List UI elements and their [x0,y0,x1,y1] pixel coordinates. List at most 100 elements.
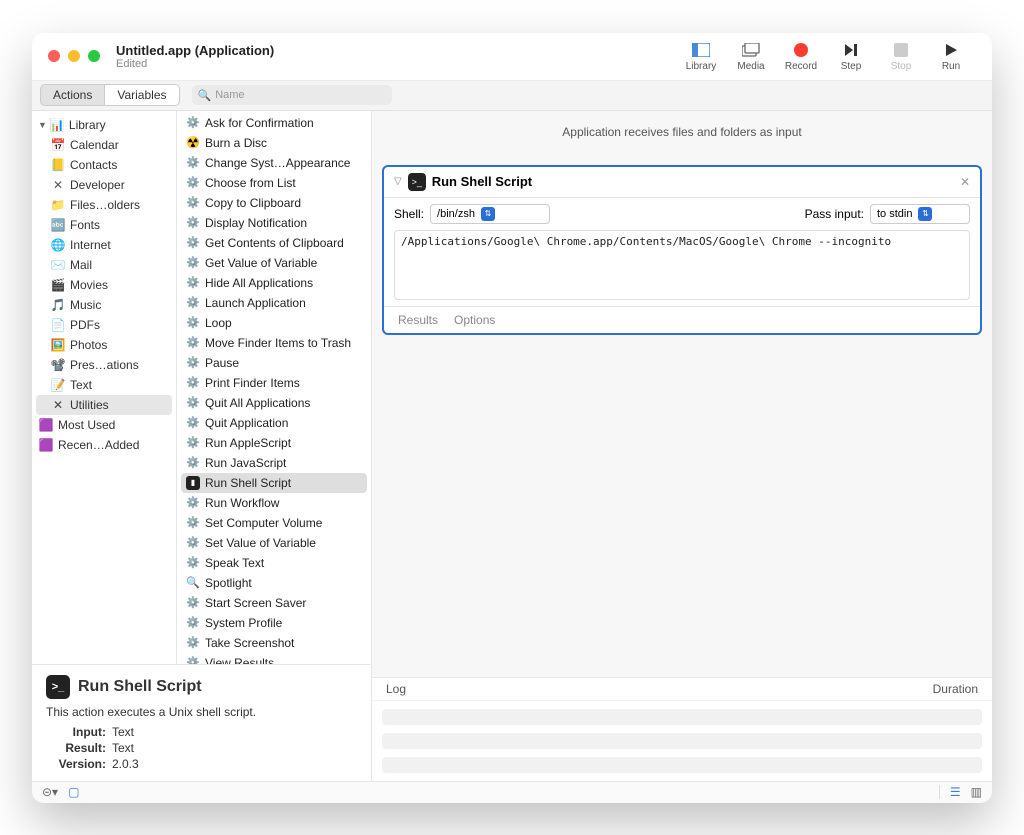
action-icon [185,555,201,571]
action-icon [185,435,201,451]
tab-variables[interactable]: Variables [105,84,179,106]
step-icon [842,41,860,59]
action-item[interactable]: Speak Text [177,553,371,573]
log-panel: Log Duration [372,677,992,781]
terminal-icon: >_ [408,173,426,191]
sidebar-item-pdfs[interactable]: PDFs [32,315,176,335]
action-item[interactable]: Quit All Applications [177,393,371,413]
action-item[interactable]: Ask for Confirmation [177,113,371,133]
sidebar-item-mail[interactable]: Mail [32,255,176,275]
action-item[interactable]: Print Finder Items [177,373,371,393]
minimize-button[interactable] [68,50,80,62]
action-item[interactable]: Hide All Applications [177,273,371,293]
sidebar-item-utilities[interactable]: Utilities [36,395,172,415]
action-info-panel: >_ Run Shell Script This action executes… [32,664,372,781]
music-icon [50,297,66,313]
sidebar-item-music[interactable]: Music [32,295,176,315]
action-item[interactable]: Set Value of Variable [177,533,371,553]
action-tab-results[interactable]: Results [398,313,438,327]
toolbar-media[interactable]: Media [726,41,776,72]
sidebar-item-files[interactable]: Files…olders [32,195,176,215]
action-item[interactable]: Copy to Clipboard [177,193,371,213]
action-icon [185,615,201,631]
dropdown-arrows-icon: ⇅ [481,207,495,221]
log-col-duration: Duration [933,682,978,696]
close-action-button[interactable]: ✕ [960,175,970,189]
action-item[interactable]: Loop [177,313,371,333]
toolbar-step[interactable]: Step [826,41,876,72]
sidebar-item-developer[interactable]: Developer [32,175,176,195]
search-placeholder: Name [215,89,244,101]
action-icon [185,335,201,351]
zoom-button[interactable] [88,50,100,62]
action-icon [185,115,201,131]
action-item[interactable]: Display Notification [177,213,371,233]
sidebar-item-internet[interactable]: Internet [32,235,176,255]
movies-icon [50,277,66,293]
workflow-action-run-shell-script[interactable]: ▽ >_ Run Shell Script ✕ Shell: /bin/zsh … [382,165,982,335]
sidebar-item-recent[interactable]: Recen…Added [32,435,176,455]
log-col-log: Log [386,682,406,696]
developer-icon [50,177,66,193]
action-item[interactable]: Pause [177,353,371,373]
action-item[interactable]: Move Finder Items to Trash [177,333,371,353]
chevron-down-icon: ▼ [38,120,47,130]
action-icon [185,355,201,371]
action-icon [185,195,201,211]
chevron-down-icon[interactable]: ▽ [394,176,402,187]
action-item[interactable]: Run Workflow [177,493,371,513]
sidebar-item-fonts[interactable]: Fonts [32,215,176,235]
library-icon [692,41,710,59]
action-item[interactable]: System Profile [177,613,371,633]
action-item[interactable]: Get Value of Variable [177,253,371,273]
status-menu-icon[interactable]: ⊝▾ [42,785,58,799]
action-item[interactable]: Start Screen Saver [177,593,371,613]
mail-icon [50,257,66,273]
sidebar-item-calendar[interactable]: Calendar [32,135,176,155]
script-editor[interactable]: /Applications/Google\ Chrome.app/Content… [394,230,970,300]
action-tab-options[interactable]: Options [454,313,495,327]
action-item[interactable]: Set Computer Volume [177,513,371,533]
action-item[interactable]: Run Shell Script [181,473,367,493]
sidebar-item-photos[interactable]: Photos [32,335,176,355]
passinput-select[interactable]: to stdin ⇅ [870,204,970,224]
sidebar-item-contacts[interactable]: Contacts [32,155,176,175]
action-icon [185,235,201,251]
list-view-icon[interactable]: ☰ [950,785,961,799]
toolbar-library[interactable]: Library [676,41,726,72]
action-item[interactable]: Change Syst…Appearance [177,153,371,173]
toolbar-record[interactable]: Record [776,41,826,72]
window-subtitle: Edited [116,58,274,70]
log-row [382,733,982,749]
action-header: ▽ >_ Run Shell Script ✕ [384,167,980,198]
action-item[interactable]: Run AppleScript [177,433,371,453]
log-view-icon[interactable]: ▥ [971,785,982,799]
shell-select[interactable]: /bin/zsh ⇅ [430,204,550,224]
action-item[interactable]: Choose from List [177,173,371,193]
sidebar-item-presentations[interactable]: Pres…ations [32,355,176,375]
action-item[interactable]: Quit Application [177,413,371,433]
sidebar-item-text[interactable]: Text [32,375,176,395]
action-icon [185,515,201,531]
action-item[interactable]: Get Contents of Clipboard [177,233,371,253]
info-input-value: Text [112,725,357,739]
sidebar-item-movies[interactable]: Movies [32,275,176,295]
log-rows [372,701,992,781]
action-item[interactable]: Spotlight [177,573,371,593]
search-field[interactable]: 🔍 Name [192,85,392,105]
info-result-value: Text [112,741,357,755]
action-item[interactable]: Take Screenshot [177,633,371,653]
tab-actions[interactable]: Actions [40,84,105,106]
sidebar-library-root[interactable]: ▼ Library [32,115,176,135]
recent-icon [38,437,54,453]
action-item[interactable]: Burn a Disc [177,133,371,153]
sidebar-item-mostused[interactable]: Most Used [32,415,176,435]
action-icon [185,315,201,331]
terminal-icon: >_ [46,675,70,699]
action-item[interactable]: Launch Application [177,293,371,313]
status-variable-icon[interactable]: ▢ [68,785,79,799]
toolbar-run[interactable]: Run [926,41,976,72]
workflow-canvas: Application receives files and folders a… [372,111,992,781]
action-item[interactable]: Run JavaScript [177,453,371,473]
close-button[interactable] [48,50,60,62]
